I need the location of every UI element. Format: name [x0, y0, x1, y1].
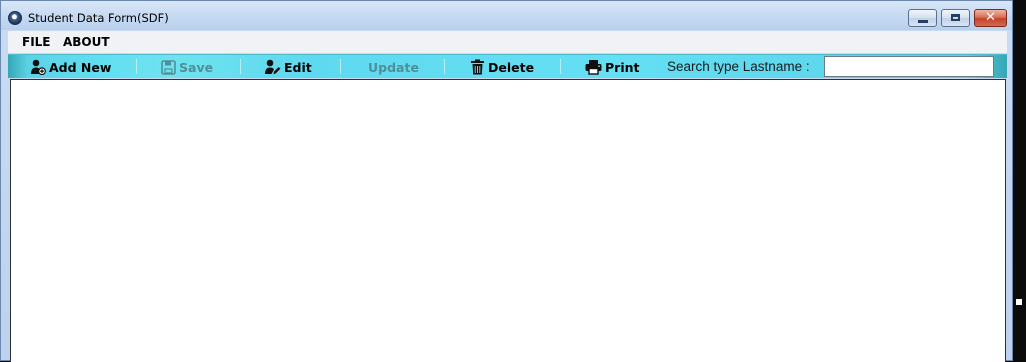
save-label: Save [179, 59, 214, 75]
maximize-icon [951, 14, 960, 21]
menu-about[interactable]: ABOUT [63, 35, 110, 49]
toolbar-separator [340, 59, 341, 74]
maximize-button[interactable] [941, 9, 970, 27]
trash-icon [471, 59, 484, 75]
minimize-button[interactable] [908, 9, 937, 27]
print-label: Print [605, 59, 640, 75]
edit-button[interactable]: Edit [264, 55, 312, 79]
toolbar-separator [240, 59, 241, 74]
add-new-button[interactable]: Add New [30, 55, 111, 79]
toolbar-separator [136, 59, 137, 74]
save-button[interactable]: Save [161, 55, 213, 79]
main-window: Student Data Form(SDF) ✕ FILE ABOUT Add … [0, 0, 1013, 362]
close-icon: ✕ [985, 10, 996, 25]
print-button[interactable]: Print [585, 55, 640, 79]
menu-bar: FILE ABOUT [8, 31, 1007, 53]
toolbar: Add New Save Edit Update Delete Print Se… [8, 54, 1007, 78]
delete-button[interactable]: Delete [470, 55, 534, 79]
update-button[interactable]: Update [368, 55, 419, 79]
window-title: Student Data Form(SDF) [28, 11, 169, 25]
toolbar-separator [444, 59, 445, 74]
menu-file[interactable]: FILE [22, 35, 51, 49]
title-bar[interactable]: Student Data Form(SDF) ✕ [1, 1, 1012, 30]
add-new-label: Add New [49, 59, 112, 75]
user-edit-icon [265, 59, 281, 75]
close-button[interactable]: ✕ [974, 9, 1007, 27]
user-add-icon [31, 59, 46, 75]
resize-handle[interactable] [1016, 299, 1022, 305]
printer-icon [585, 60, 602, 75]
app-icon[interactable] [8, 11, 22, 25]
toolbar-separator [560, 59, 561, 74]
delete-label: Delete [488, 59, 535, 75]
search-label: Search type Lastname : [667, 59, 810, 74]
edit-label: Edit [284, 59, 312, 75]
minimize-icon [918, 20, 928, 23]
search-input[interactable] [824, 56, 994, 77]
content-area [10, 79, 1006, 362]
update-label: Update [368, 59, 419, 75]
floppy-disk-icon [161, 59, 176, 75]
